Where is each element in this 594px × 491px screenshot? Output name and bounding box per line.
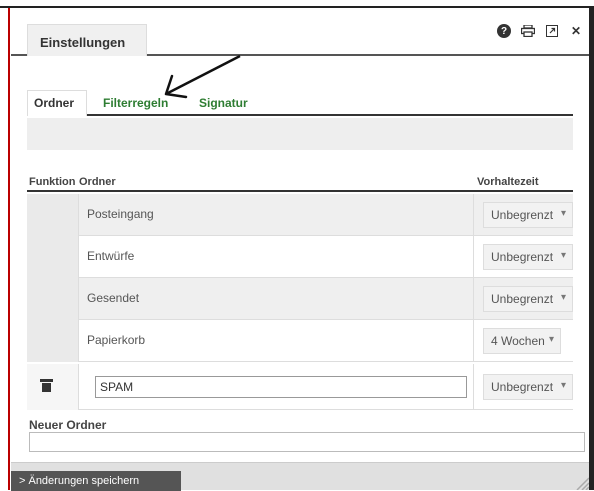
- new-folder-label: Neuer Ordner: [29, 418, 107, 432]
- dialog-footer: > Änderungen speichern: [11, 462, 589, 491]
- settings-title-tab: Einstellungen: [27, 24, 147, 56]
- chevron-down-icon: ▾: [560, 250, 566, 261]
- retention-value: Unbegrenzt: [491, 208, 554, 222]
- table-row: Posteingang Unbegrenzt ▾: [27, 194, 573, 236]
- folder-name: Papierkorb: [87, 333, 146, 347]
- header-retention: Vorhaltezeit: [477, 176, 539, 188]
- column-divider: [473, 320, 474, 362]
- settings-tabs: Ordner Filterregeln Signatur: [27, 90, 573, 116]
- function-cell: [27, 278, 79, 320]
- window-left-margin: [0, 8, 8, 490]
- column-divider: [473, 364, 474, 410]
- window-right-border: [589, 8, 594, 490]
- toolbar-area: [27, 118, 573, 150]
- retention-value: Unbegrenzt: [491, 250, 554, 264]
- trash-lid: [40, 379, 53, 382]
- table-row-custom: Unbegrenzt ▾: [27, 364, 573, 410]
- window-left-border: [8, 8, 10, 490]
- custom-folder-name-input[interactable]: [95, 376, 467, 398]
- table-row: Entwürfe Unbegrenzt ▾: [27, 236, 573, 278]
- dialog-header: Einstellungen ? ✕: [11, 10, 589, 56]
- tab-ordner[interactable]: Ordner: [27, 90, 87, 116]
- table-row: Gesendet Unbegrenzt ▾: [27, 278, 573, 320]
- function-cell: [27, 364, 79, 410]
- function-cell: [27, 320, 79, 362]
- help-icon[interactable]: ?: [497, 24, 511, 38]
- settings-dialog: Einstellungen ? ✕ Ordner Filterregeln Si…: [11, 10, 589, 491]
- header-icons: ? ✕: [497, 24, 583, 38]
- retention-dropdown[interactable]: 4 Wochen ▾: [483, 328, 561, 354]
- retention-value: Unbegrenzt: [491, 380, 554, 394]
- column-divider: [473, 236, 474, 278]
- retention-dropdown[interactable]: Unbegrenzt ▾: [483, 202, 573, 228]
- function-cell: [27, 194, 79, 236]
- retention-value: 4 Wochen: [491, 334, 545, 348]
- table-row: Papierkorb 4 Wochen ▾: [27, 320, 573, 362]
- retention-dropdown[interactable]: Unbegrenzt ▾: [483, 244, 573, 270]
- window-top-border: [0, 0, 594, 8]
- column-divider: [473, 194, 474, 236]
- header-function: Funktion: [29, 176, 76, 188]
- close-icon[interactable]: ✕: [569, 24, 583, 38]
- trash-icon[interactable]: [40, 379, 53, 392]
- retention-dropdown[interactable]: Unbegrenzt ▾: [483, 374, 573, 400]
- function-cell: [27, 236, 79, 278]
- resize-grip-icon[interactable]: [573, 476, 589, 490]
- chevron-down-icon: ▾: [548, 334, 554, 345]
- tab-filterregeln[interactable]: Filterregeln: [103, 96, 168, 110]
- header-folder: Ordner: [79, 176, 116, 188]
- save-changes-button[interactable]: > Änderungen speichern: [11, 471, 181, 491]
- chevron-down-icon: ▾: [560, 208, 566, 219]
- table-header: Funktion Ordner Vorhaltezeit: [27, 174, 573, 192]
- folder-name: Gesendet: [87, 291, 140, 305]
- retention-dropdown[interactable]: Unbegrenzt ▾: [483, 286, 573, 312]
- column-divider: [473, 278, 474, 320]
- chevron-down-icon: ▾: [560, 292, 566, 303]
- trash-can: [42, 383, 51, 392]
- tab-signatur[interactable]: Signatur: [199, 96, 248, 110]
- popout-icon[interactable]: [545, 24, 559, 38]
- retention-value: Unbegrenzt: [491, 292, 554, 306]
- new-folder-input[interactable]: [29, 432, 585, 452]
- chevron-down-icon: ▾: [560, 380, 566, 391]
- folder-name: Posteingang: [87, 207, 154, 221]
- folder-name: Entwürfe: [87, 249, 135, 263]
- print-icon[interactable]: [521, 24, 535, 38]
